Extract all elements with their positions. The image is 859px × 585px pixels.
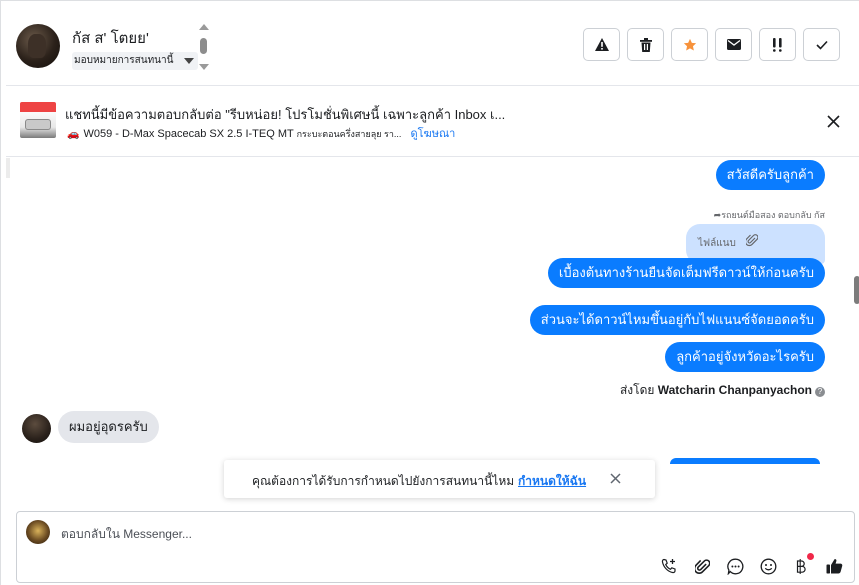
contact-avatar[interactable]: [16, 24, 60, 68]
message-bubble-outgoing[interactable]: ลูกค้าอยู่จังหวัดอะไรครับ: [665, 342, 825, 372]
composer-tools: [659, 553, 844, 576]
contact-avatar-small[interactable]: [22, 414, 51, 443]
assign-to-me-link[interactable]: กำหนดให้ฉัน: [518, 472, 586, 491]
attachment-label: ไฟล์แนบ: [698, 238, 736, 249]
spam-warning-button[interactable]: [583, 28, 620, 61]
like-button[interactable]: [824, 556, 844, 576]
close-icon[interactable]: [610, 473, 621, 484]
message-bubble-incoming[interactable]: ผมอยู่อุดรครับ: [58, 411, 159, 443]
paperclip-icon: [694, 558, 710, 574]
add-contact-button[interactable]: [659, 556, 679, 576]
sent-by-name[interactable]: Watcharin Chanpanyachon: [658, 383, 812, 397]
saved-reply-button[interactable]: [725, 556, 745, 576]
follow-up-button[interactable]: [759, 28, 796, 61]
ad-thumbnail[interactable]: [20, 102, 56, 138]
add-contact-icon: [661, 558, 676, 574]
reply-composer: [16, 511, 855, 583]
assign-prompt-message: คุณต้องการได้รับการกำหนดไปยังการสนทนานี้…: [252, 474, 515, 488]
check-icon: [815, 40, 828, 50]
message-bubble-outgoing[interactable]: สวัสดีครับลูกค้า: [715, 160, 825, 190]
thread-scroll-thumb[interactable]: [854, 276, 859, 304]
ad-subtitle-row: 🚗 W059 - D-Max Spacecab SX 2.5 I-TEQ MT ก…: [67, 124, 455, 142]
payment-button[interactable]: [791, 553, 814, 576]
paperclip-icon: [746, 234, 758, 247]
thread-edge: [6, 158, 10, 178]
ad-subtitle-extra: กระบะตอนครึ่งสายลุย รา...: [296, 129, 402, 139]
header-actions: [583, 28, 840, 61]
scroll-up-icon[interactable]: [199, 24, 209, 30]
follow-up-icon: [772, 37, 782, 52]
envelope-icon: [726, 39, 741, 50]
message-bubble-partial[interactable]: [670, 458, 820, 464]
ad-subtitle: W059 - D-Max Spacecab SX 2.5 I-TEQ MT: [83, 128, 294, 140]
warning-icon: [594, 38, 609, 51]
assign-prompt-toast: คุณต้องการได้รับการกำหนดไปยังการสนทนานี้…: [224, 460, 655, 498]
contact-name[interactable]: กัส ส' โตยย': [72, 26, 149, 50]
view-ad-link[interactable]: ดูโฆษณา: [411, 128, 456, 140]
reply-input[interactable]: [61, 525, 661, 543]
thread-scrollbar[interactable]: [854, 158, 859, 458]
header-scrollbar[interactable]: [198, 24, 210, 70]
conversation-header: กัส ส' โตยย' มอบหมายการสนทนานี้: [6, 6, 859, 86]
trash-icon: [639, 37, 652, 52]
ad-title: แชทนี้มีข้อความตอบกลับต่อ "รีบหน่อย! โปร…: [65, 107, 505, 122]
sent-by-prefix: ส่งโดย: [619, 383, 655, 397]
emoji-icon: [760, 558, 776, 574]
mark-unread-button[interactable]: [715, 28, 752, 61]
reply-note: ➦รถยนต์มือสอง ตอบกลับ กัส: [714, 208, 825, 222]
scroll-down-icon[interactable]: [199, 64, 209, 70]
chevron-down-icon: [184, 58, 194, 64]
scroll-thumb[interactable]: [200, 38, 207, 54]
assign-label: มอบหมายการสนทนานี้: [74, 55, 174, 66]
thumbs-up-icon: [826, 559, 842, 574]
assign-dropdown[interactable]: มอบหมายการสนทนานี้: [72, 52, 198, 70]
star-icon: [683, 38, 696, 50]
help-icon[interactable]: ?: [815, 387, 825, 397]
mark-done-button[interactable]: [803, 28, 840, 61]
saved-reply-icon: [726, 558, 743, 575]
page-avatar: [26, 520, 50, 544]
star-button[interactable]: [671, 28, 708, 61]
conversation-panel: กัส ส' โตยย' มอบหมายการสนทนานี้ แชทนี้มี…: [0, 0, 859, 585]
message-bubble-outgoing[interactable]: เบื้องต้นทางร้านยืนจัดเต็มฟรีดาวน์ให้ก่อ…: [547, 258, 825, 288]
notification-dot: [807, 553, 814, 560]
sent-by-line: ส่งโดย Watcharin Chanpanyachon?: [620, 381, 825, 400]
ad-reference-banner: แชทนี้มีข้อความตอบกลับต่อ "รีบหน่อย! โปร…: [6, 87, 859, 157]
attach-file-button[interactable]: [692, 556, 712, 576]
car-icon: 🚗: [67, 129, 80, 140]
baht-icon: [796, 558, 806, 574]
message-thread[interactable]: สวัสดีครับลูกค้า ➦รถยนต์มือสอง ตอบกลับ ก…: [6, 158, 859, 508]
reply-note-text: รถยนต์มือสอง ตอบกลับ กัส: [721, 210, 825, 220]
delete-button[interactable]: [627, 28, 664, 61]
emoji-button[interactable]: [758, 556, 778, 576]
message-bubble-outgoing[interactable]: ส่วนจะได้ดาวน์ไหมขึ้นอยู่กับไฟแนนซ์จัดยอ…: [529, 305, 825, 335]
close-icon[interactable]: [827, 115, 840, 128]
